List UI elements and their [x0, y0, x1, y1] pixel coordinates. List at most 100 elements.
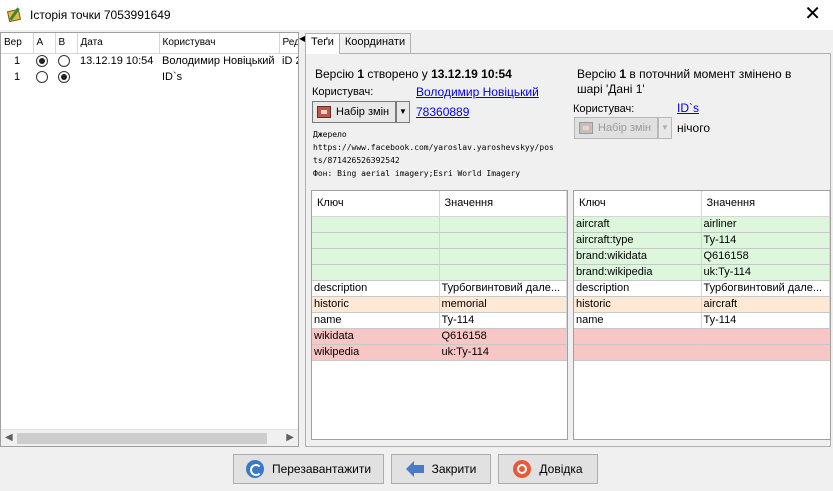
user-label: Користувач: — [573, 103, 635, 115]
source-value: https://www.facebook.com/yaroslav.yarosh… — [313, 143, 554, 152]
key-column-header[interactable]: Ключ — [574, 191, 702, 217]
tag-value — [439, 264, 567, 281]
horizontal-scrollbar[interactable]: ◀ ▶ — [1, 429, 298, 446]
tag-row[interactable] — [312, 232, 567, 249]
help-button[interactable]: Довідка — [498, 454, 598, 484]
history-row[interactable]: 1 ID`s — [1, 69, 298, 85]
imagery-text: Фон: Bing aerial imagery;Esri World Imag… — [313, 169, 521, 178]
changeset-value: нічого — [677, 121, 711, 135]
current-version-heading: Версію 1 в поточний момент змінено в шар… — [577, 67, 792, 96]
tag-value: airliner — [701, 216, 830, 233]
tag-row[interactable] — [312, 264, 567, 281]
tag-key: aircraft — [574, 216, 702, 233]
tag-value — [701, 328, 830, 345]
user-label: Користувач: — [312, 86, 374, 98]
split-pane-divider[interactable]: ◀ — [299, 32, 305, 447]
tag-key: name — [574, 312, 702, 329]
date-cell — [77, 69, 159, 85]
tag-key: historic — [312, 296, 440, 313]
title-bar: Історія точки 7053991649 ✕ — [0, 0, 833, 30]
column-header-b[interactable]: B — [55, 33, 78, 54]
tag-value — [439, 248, 567, 265]
source-label: Джерело — [313, 130, 347, 139]
changeset-link[interactable]: 78360889 — [416, 105, 469, 119]
tag-row[interactable] — [312, 216, 567, 233]
tag-row[interactable] — [312, 248, 567, 265]
window-title: Історія точки 7053991649 — [30, 8, 171, 22]
tag-value: Турбогвинтовий дале... — [439, 280, 567, 297]
tag-value: Ту-114 — [701, 312, 830, 329]
user-link[interactable]: ID`s — [677, 101, 699, 115]
column-header-user[interactable]: Користувач — [159, 33, 280, 54]
value-column-header[interactable]: Значення — [701, 191, 830, 217]
tag-row[interactable]: historic memorial — [312, 296, 567, 313]
tag-value: uk:Ту-114 — [439, 344, 567, 361]
tag-row[interactable]: aircraft airliner — [574, 216, 830, 233]
tag-key: wikidata — [312, 328, 440, 345]
tag-key — [312, 248, 440, 265]
tag-row[interactable]: wikidata Q616158 — [312, 328, 567, 345]
changeset-dropdown[interactable]: ▼ — [658, 117, 672, 139]
user-link[interactable]: Володимир Новіцький — [416, 85, 539, 99]
tab-tags[interactable]: Теґи — [305, 33, 340, 54]
tag-key — [312, 232, 440, 249]
tag-row[interactable]: aircraft:type Ту-114 — [574, 232, 830, 249]
current-tags-table: Ключ Значення aircraft airliner aircraft:… — [573, 190, 831, 440]
tag-key: brand:wikipedia — [574, 264, 702, 281]
tab-coordinates[interactable]: Координати — [338, 33, 412, 53]
chevron-down-icon: ▼ — [661, 123, 669, 132]
scroll-left-icon[interactable]: ◀ — [5, 432, 13, 443]
tag-row[interactable]: brand:wikipedia uk:Ту-114 — [574, 264, 830, 281]
reference-version-heading: Версію 1 створено у 13.12.19 10:54 — [315, 67, 512, 81]
changeset-icon — [579, 122, 593, 134]
reload-icon — [245, 460, 264, 478]
tag-row[interactable]: description Турбогвинтовий дале... — [574, 280, 830, 297]
close-window-button[interactable]: ✕ — [804, 3, 821, 25]
tag-value: uk:Ту-114 — [701, 264, 830, 281]
column-header-date[interactable]: Дата — [77, 33, 160, 54]
date-cell: 13.12.19 10:54 — [80, 55, 154, 68]
reload-button[interactable]: Перезавантажити — [233, 454, 384, 484]
version-a-radio[interactable] — [36, 55, 48, 68]
history-table-panel: Вер A B Дата Користувач Ред 1 13.12.19 1… — [0, 32, 299, 447]
tag-key — [312, 264, 440, 281]
changeset-button[interactable]: Набір змін — [312, 101, 396, 123]
tag-row[interactable]: historic aircraft — [574, 296, 830, 313]
tag-row[interactable]: brand:wikidata Q616158 — [574, 248, 830, 265]
column-header-version[interactable]: Вер — [1, 33, 34, 54]
lifebuoy-help-icon — [513, 460, 532, 478]
changeset-button[interactable]: Набір змін — [574, 117, 658, 139]
history-row[interactable]: 1 13.12.19 10:54 Володимир Новіцький iD … — [1, 53, 298, 69]
user-cell: ID`s — [162, 71, 183, 83]
changeset-button-label: Набір змін — [336, 106, 390, 118]
tag-row[interactable]: name Ту-114 — [574, 312, 830, 329]
changeset-dropdown[interactable]: ▼ — [396, 101, 410, 123]
value-column-header[interactable]: Значення — [439, 191, 567, 217]
tag-row[interactable]: description Турбогвинтовий дале... — [312, 280, 567, 297]
tab-bar: Теґи Координати — [305, 33, 412, 54]
scrollbar-thumb[interactable] — [17, 433, 267, 444]
scroll-right-icon[interactable]: ▶ — [286, 432, 294, 443]
tag-key: aircraft:type — [574, 232, 702, 249]
close-arrow-icon — [405, 460, 424, 478]
tags-compare-panel: Версію 1 створено у 13.12.19 10:54 Корис… — [305, 53, 831, 447]
help-button-label: Довідка — [539, 462, 583, 476]
tag-value — [439, 216, 567, 233]
version-a-radio[interactable] — [36, 71, 48, 84]
tag-row[interactable] — [574, 344, 830, 361]
column-header-a[interactable]: A — [33, 33, 56, 54]
close-button[interactable]: Закрити — [391, 454, 491, 484]
tag-row[interactable] — [574, 328, 830, 345]
column-header-editor[interactable]: Ред — [279, 33, 298, 54]
tag-key — [312, 216, 440, 233]
tag-key — [574, 328, 702, 345]
key-column-header[interactable]: Ключ — [312, 191, 440, 217]
tag-row[interactable]: name Ту-114 — [312, 312, 567, 329]
version-cell: 1 — [13, 55, 21, 68]
version-b-radio[interactable] — [58, 55, 70, 68]
editor-cell — [279, 69, 298, 85]
tag-key: brand:wikidata — [574, 248, 702, 265]
version-b-radio[interactable] — [58, 71, 70, 84]
tag-row[interactable]: wikipedia uk:Ту-114 — [312, 344, 567, 361]
user-cell: Володимир Новіцький — [162, 55, 275, 68]
